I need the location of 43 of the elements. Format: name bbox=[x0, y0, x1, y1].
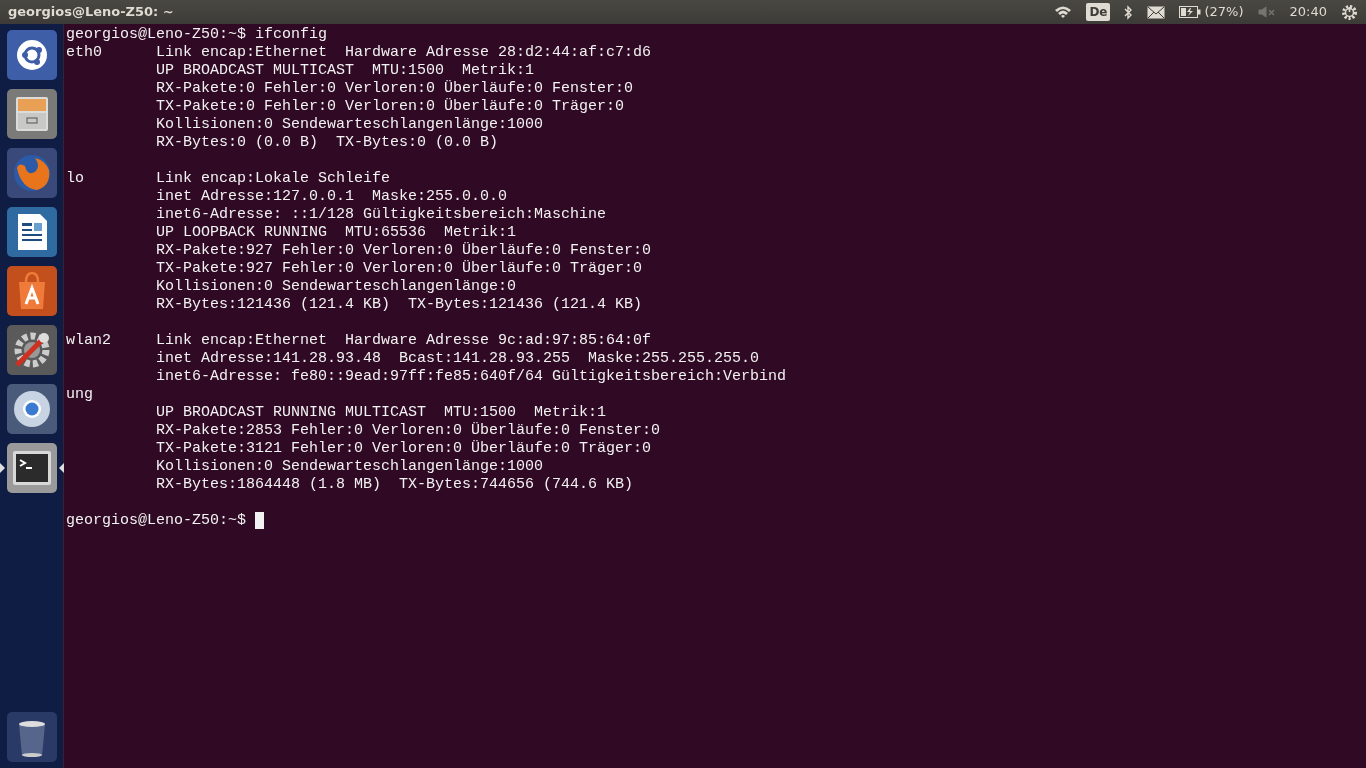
terminal-line: RX-Bytes:121436 (121.4 KB) TX-Bytes:121436 (121.4 KB) bbox=[155, 296, 643, 313]
keyboard-layout-indicator[interactable]: De bbox=[1086, 3, 1111, 21]
terminal-line: georgios@Leno-Z50:~$ ifconfig bbox=[66, 26, 328, 43]
terminal-line: inet6-Adresse: ::1/128 Gültigkeitsbereich:Maschine bbox=[155, 206, 607, 223]
terminal-line: eth0 Link encap:Ethernet Hardware Adresse 28:d2:44:af:c7:d6 bbox=[66, 44, 652, 61]
terminal-line: RX-Pakete:0 Fehler:0 Verloren:0 Überläufe:0 Fenster:0 bbox=[155, 80, 634, 97]
terminal-line: UP LOOPBACK RUNNING MTU:65536 Metrik:1 bbox=[155, 224, 517, 241]
mail-icon[interactable] bbox=[1147, 5, 1166, 19]
browser-globe-icon[interactable] bbox=[6, 384, 57, 434]
terminal-line: wlan2 Link encap:Ethernet Hardware Adresse 9c:ad:97:85:64:0f bbox=[66, 332, 652, 349]
terminal-line: UP BROADCAST MULTICAST MTU:1500 Metrik:1 bbox=[155, 62, 535, 79]
bluetooth-icon[interactable] bbox=[1124, 4, 1134, 20]
window-title: georgios@Leno-Z50: ~ bbox=[8, 3, 174, 22]
terminal-line: TX-Pakete:0 Fehler:0 Verloren:0 Überläufe:0 Träger:0 bbox=[155, 98, 625, 115]
dash-home-icon[interactable] bbox=[6, 30, 57, 80]
fox-globe-icon[interactable] bbox=[6, 148, 57, 198]
terminal-line: ung bbox=[66, 386, 93, 403]
terminal-line: RX-Bytes:0 (0.0 B) TX-Bytes:0 (0.0 B) bbox=[155, 134, 499, 151]
terminal-line: UP BROADCAST RUNNING MULTICAST MTU:1500 Metrik:1 bbox=[155, 404, 607, 421]
battery-icon[interactable] bbox=[1179, 6, 1202, 18]
terminal-line: inet6-Adresse: fe80::9ead:97ff:fe85:640f/64 Gültigkeitsbereich:Verbind bbox=[155, 368, 787, 385]
clock[interactable]: 20:40 bbox=[1289, 2, 1327, 22]
terminal-line: lo Link encap:Lokale Schleife bbox=[66, 170, 391, 187]
terminal-line: inet Adresse:127.0.0.1 Maske:255.0.0.0 bbox=[155, 188, 508, 205]
wifi-icon[interactable] bbox=[1054, 5, 1073, 19]
terminal-line: inet Adresse:141.28.93.48 Bcast:141.28.93.255 Maske:255.255.255.0 bbox=[155, 350, 760, 367]
terminal-line: Kollisionen:0 Sendewarteschlangenlänge:1000 bbox=[155, 458, 544, 475]
terminal-line: georgios@Leno-Z50:~$ bbox=[66, 512, 248, 529]
terminal-line: RX-Bytes:1864448 (1.8 MB) TX-Bytes:744656 (744.6 KB) bbox=[155, 476, 634, 493]
document-icon[interactable] bbox=[6, 207, 57, 257]
terminal-line: TX-Pakete:3121 Fehler:0 Verloren:0 Überläufe:0 Träger:0 bbox=[155, 440, 652, 457]
terminal-line: Kollisionen:0 Sendewarteschlangenlänge:0 bbox=[155, 278, 517, 295]
power-gear-icon[interactable] bbox=[1341, 3, 1358, 21]
terminal-line: RX-Pakete:927 Fehler:0 Verloren:0 Überläufe:0 Fenster:0 bbox=[155, 242, 652, 259]
terminal-line: RX-Pakete:2853 Fehler:0 Verloren:0 Überläufe:0 Fenster:0 bbox=[155, 422, 661, 439]
file-cabinet-icon[interactable] bbox=[6, 89, 57, 139]
terminal-icon[interactable] bbox=[6, 443, 57, 493]
shopping-bag-icon[interactable] bbox=[6, 266, 57, 316]
trash-bin-icon[interactable] bbox=[6, 712, 57, 762]
battery-percentage: (27%) bbox=[1204, 3, 1244, 22]
terminal-line: Kollisionen:0 Sendewarteschlangenlänge:1000 bbox=[155, 116, 544, 133]
terminal-line: TX-Pakete:927 Fehler:0 Verloren:0 Überläufe:0 Träger:0 bbox=[155, 260, 643, 277]
gear-wrench-icon[interactable] bbox=[6, 325, 57, 375]
